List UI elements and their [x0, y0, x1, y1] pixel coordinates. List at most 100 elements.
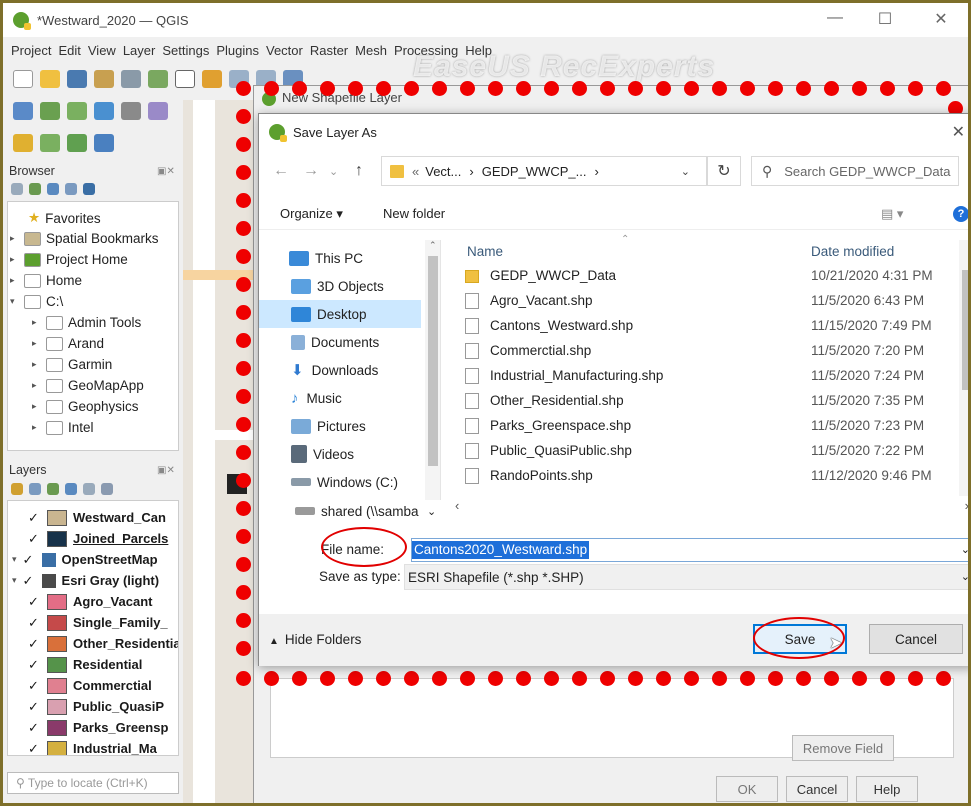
nav-item-music[interactable]: ♪ Music — [259, 384, 421, 412]
nav-item-pictures[interactable]: Pictures — [259, 412, 421, 440]
layer-checkbox[interactable]: ✓ — [28, 720, 41, 736]
layer-row[interactable]: ✓ Commerctial — [28, 675, 152, 696]
menu-settings[interactable]: Settings — [162, 43, 209, 58]
save-project-icon[interactable] — [67, 70, 87, 88]
filter-legend-icon[interactable] — [65, 483, 77, 495]
nav-item-desktop[interactable]: Desktop — [259, 300, 421, 328]
layer-checkbox[interactable]: ✓ — [28, 636, 41, 652]
virtual-layer-icon[interactable] — [121, 102, 141, 120]
tree-item-arand[interactable]: ▸ Arand — [32, 336, 104, 351]
layer-checkbox[interactable]: ✓ — [28, 531, 41, 547]
file-row[interactable]: RandoPoints.shp 11/12/2020 9:46 PM — [449, 464, 949, 489]
cancel-button[interactable]: Cancel — [869, 624, 963, 654]
file-name-input[interactable]: Cantons2020_Westward.shp ⌄ — [411, 538, 968, 562]
recent-chevron-icon[interactable]: ⌄ — [329, 165, 338, 178]
tree-item-home[interactable]: ▸ Home — [10, 273, 82, 288]
breadcrumb-overflow[interactable]: « — [412, 164, 419, 179]
menu-layer[interactable]: Layer — [123, 43, 156, 58]
locator-search-input[interactable]: ⚲ Type to locate (Ctrl+K) — [7, 772, 179, 794]
nav-item-videos[interactable]: Videos — [259, 440, 421, 468]
menu-project[interactable]: Project — [11, 43, 51, 58]
ok-button[interactable]: OK — [716, 776, 778, 802]
layer-checkbox[interactable]: ✓ — [28, 615, 41, 631]
file-row[interactable]: Other_Residential.shp 11/5/2020 7:35 PM — [449, 389, 949, 414]
layer-checkbox[interactable]: ✓ — [28, 594, 41, 610]
file-row[interactable]: Cantons_Westward.shp 11/15/2020 7:49 PM — [449, 314, 949, 339]
layer-row[interactable]: ✓ Residential — [28, 654, 142, 675]
tree-item-favorites[interactable]: ★ Favorites — [14, 210, 101, 226]
menu-edit[interactable]: Edit — [58, 43, 80, 58]
new-geopackage-icon[interactable] — [40, 102, 60, 120]
nav-scrollbar[interactable]: ⌃ — [425, 240, 440, 500]
layer-checkbox[interactable]: ✓ — [28, 657, 41, 673]
panel-float-close-icon[interactable]: ▣✕ — [157, 465, 175, 476]
deselect-icon[interactable] — [67, 134, 87, 152]
tree-item-project-home[interactable]: ▸ Project Home — [10, 252, 128, 267]
tree-item-garmin[interactable]: ▸ Garmin — [32, 357, 112, 372]
collapse-all-icon[interactable] — [101, 483, 113, 495]
nav-item-documents[interactable]: Documents — [259, 328, 421, 356]
layer-row[interactable]: ✓ Public_QuasiP — [28, 696, 164, 717]
menu-mesh[interactable]: Mesh — [355, 43, 387, 58]
panel-float-close-icon[interactable]: ▣✕ — [157, 166, 175, 177]
help-button[interactable]: Help — [856, 776, 918, 802]
layer-row[interactable]: ✓ Agro_Vacant — [28, 591, 152, 612]
maximize-button[interactable]: ☐ — [865, 9, 905, 29]
tree-item-geophysics[interactable]: ▸ Geophysics — [32, 399, 139, 414]
layer-checkbox[interactable]: ✓ — [23, 573, 36, 589]
expand-arrow-icon[interactable]: ▾ — [12, 554, 17, 565]
manage-themes-icon[interactable] — [47, 483, 59, 495]
file-list-scroll-thumb[interactable] — [962, 270, 968, 390]
add-group-icon[interactable] — [29, 483, 41, 495]
layer-checkbox[interactable]: ✓ — [28, 741, 41, 756]
tree-item-intel[interactable]: ▸ Intel — [32, 420, 94, 435]
scroll-left-icon[interactable]: ‹ — [455, 498, 459, 513]
chevron-down-icon[interactable]: ⌄ — [961, 570, 968, 583]
column-name[interactable]: Name — [467, 244, 503, 259]
filter-icon[interactable] — [47, 183, 59, 195]
file-row[interactable]: GEDP_WWCP_Data 10/21/2020 4:31 PM — [449, 264, 949, 289]
select-by-value-icon[interactable] — [40, 134, 60, 152]
refresh-button[interactable]: ↻ — [707, 156, 741, 186]
search-input[interactable]: ⚲ Search GEDP_WWCP_Data — [751, 156, 959, 186]
nav-item-windows-c[interactable]: Windows (C:) — [259, 468, 421, 496]
breadcrumb[interactable]: « Vect... › GEDP_WWCP_... › ⌄ — [381, 156, 707, 186]
print-layout-icon[interactable] — [94, 70, 114, 88]
layer-checkbox[interactable]: ✓ — [28, 678, 41, 694]
up-arrow-icon[interactable]: ↑ — [355, 162, 363, 180]
refresh-icon[interactable] — [29, 183, 41, 195]
horizontal-scrollbar[interactable]: ‹ › — [449, 498, 968, 516]
organize-button[interactable]: Organize ▾ — [280, 206, 343, 222]
file-row[interactable]: Parks_Greenspace.shp 11/5/2020 7:23 PM — [449, 414, 949, 439]
new-folder-button[interactable]: New folder — [383, 206, 445, 221]
nav-item-3d-objects[interactable]: 3D Objects — [259, 272, 421, 300]
view-options-icon[interactable]: ▤ ▾ — [881, 206, 903, 222]
layer-row[interactable]: ▾ ✓ Esri Gray (light) — [12, 570, 159, 591]
menu-vector[interactable]: Vector — [266, 43, 303, 58]
layer-checkbox[interactable]: ✓ — [28, 699, 41, 715]
forward-arrow-icon[interactable]: → — [303, 162, 319, 180]
file-row[interactable]: Public_QuasiPublic.shp 11/5/2020 7:22 PM — [449, 439, 949, 464]
menu-plugins[interactable]: Plugins — [216, 43, 259, 58]
layer-row[interactable]: ✓ Industrial_Ma — [28, 738, 157, 756]
scroll-up-icon[interactable]: ⌃ — [429, 240, 437, 251]
new-project-icon[interactable] — [13, 70, 33, 88]
style-panel-icon[interactable] — [11, 483, 23, 495]
file-row[interactable]: Industrial_Manufacturing.shp 11/5/2020 7… — [449, 364, 949, 389]
identify-icon[interactable] — [94, 134, 114, 152]
nav-item-this-pc[interactable]: This PC — [259, 244, 421, 272]
pan-icon[interactable] — [175, 70, 195, 88]
layer-checkbox[interactable]: ✓ — [28, 510, 41, 526]
menu-view[interactable]: View — [88, 43, 116, 58]
column-date-modified[interactable]: Date modified — [811, 244, 894, 259]
scroll-right-icon[interactable]: › — [965, 498, 968, 513]
hide-folders-button[interactable]: ▲ Hide Folders — [269, 632, 361, 647]
help-icon[interactable]: ? — [953, 206, 968, 222]
properties-icon[interactable] — [83, 183, 95, 195]
breadcrumb-item[interactable]: Vect... — [425, 164, 461, 179]
file-row[interactable]: Agro_Vacant.shp 11/5/2020 6:43 PM — [449, 289, 949, 314]
nav-item-downloads[interactable]: ⬇ Downloads — [259, 356, 421, 384]
remove-field-button[interactable]: Remove Field — [792, 735, 894, 761]
expand-arrow-icon[interactable]: ▾ — [12, 575, 17, 586]
layer-row[interactable]: ✓ Other_Residential — [28, 633, 178, 654]
